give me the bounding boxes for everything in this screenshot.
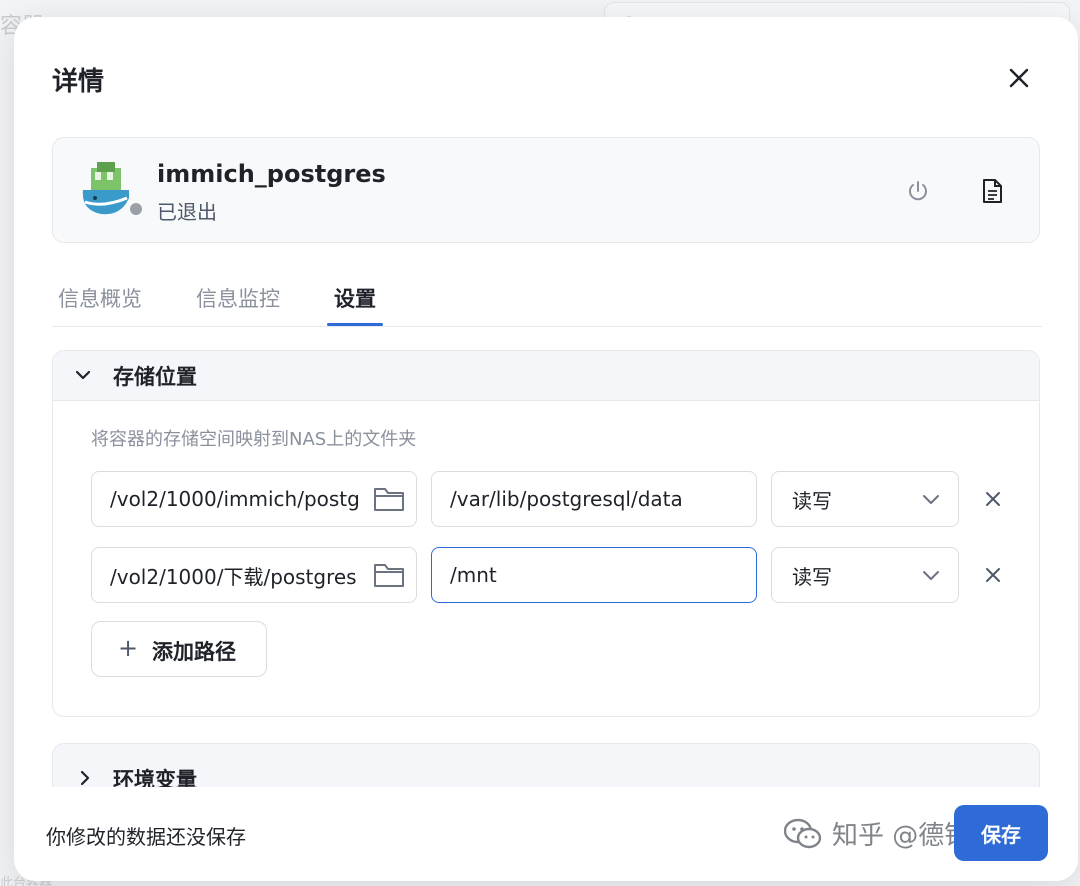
watermark: 知乎 @德钰 bbox=[784, 815, 970, 852]
modal-title: 详情 bbox=[52, 67, 105, 97]
container-name: immich_postgres bbox=[157, 160, 386, 188]
remove-path-button[interactable] bbox=[978, 484, 1008, 514]
watermark-text: 知乎 @德钰 bbox=[832, 821, 971, 851]
container-status: 已退出 bbox=[157, 200, 217, 224]
folder-icon[interactable] bbox=[373, 485, 405, 513]
close-icon bbox=[986, 492, 1000, 506]
power-icon bbox=[909, 181, 927, 201]
host-path-input[interactable] bbox=[91, 471, 417, 527]
storage-section-title: 存储位置 bbox=[113, 365, 197, 389]
plus-icon: + bbox=[118, 634, 139, 662]
mode-select[interactable]: 读写 bbox=[771, 547, 959, 603]
save-button[interactable]: 保存 bbox=[954, 805, 1048, 861]
chevron-down-icon bbox=[923, 571, 939, 580]
container-card: immich_postgres 已退出 bbox=[52, 137, 1040, 243]
chevron-right-icon bbox=[80, 770, 90, 786]
detail-tabs: 信息概览 信息监控 设置 bbox=[52, 279, 1042, 327]
close-button[interactable] bbox=[1002, 61, 1036, 95]
logs-button[interactable] bbox=[975, 174, 1009, 208]
add-path-label: 添加路径 bbox=[152, 640, 236, 664]
add-path-button[interactable]: + 添加路径 bbox=[91, 621, 267, 677]
close-icon bbox=[986, 568, 1000, 582]
remove-path-button[interactable] bbox=[978, 560, 1008, 590]
storage-section: 存储位置 将容器的存储空间映射到NAS上的文件夹 读写 bbox=[52, 350, 1040, 717]
container-path-input[interactable] bbox=[431, 471, 757, 527]
tab-settings[interactable]: 设置 bbox=[334, 283, 376, 313]
chevron-down-icon bbox=[923, 495, 939, 504]
wechat-icon bbox=[784, 818, 822, 848]
active-tab-underline bbox=[327, 323, 383, 326]
unsaved-message: 你修改的数据还没保存 bbox=[46, 825, 246, 849]
host-path-input[interactable] bbox=[91, 547, 417, 603]
storage-description: 将容器的存储空间映射到NAS上的文件夹 bbox=[91, 429, 417, 450]
document-icon bbox=[983, 179, 1002, 203]
chevron-down-icon bbox=[75, 370, 91, 380]
container-path-input[interactable] bbox=[431, 547, 757, 603]
mode-select-value: 读写 bbox=[792, 565, 832, 589]
postgres-whale-app-icon bbox=[82, 162, 129, 215]
mode-select[interactable]: 读写 bbox=[771, 471, 959, 527]
mode-select-value: 读写 bbox=[792, 489, 832, 513]
close-icon bbox=[1009, 68, 1029, 88]
modal-footer: 你修改的数据还没保存 知乎 @德钰 保存 bbox=[14, 787, 1078, 881]
tab-overview[interactable]: 信息概览 bbox=[58, 283, 142, 313]
storage-section-header[interactable]: 存储位置 bbox=[53, 351, 1039, 401]
tab-monitoring[interactable]: 信息监控 bbox=[196, 283, 280, 313]
power-button[interactable] bbox=[901, 174, 935, 208]
details-modal: 详情 immich_postgres 已退出 信息概览 信息监控 设置 存储位置… bbox=[14, 17, 1078, 881]
folder-icon[interactable] bbox=[373, 561, 405, 589]
status-indicator-dot bbox=[127, 200, 145, 218]
